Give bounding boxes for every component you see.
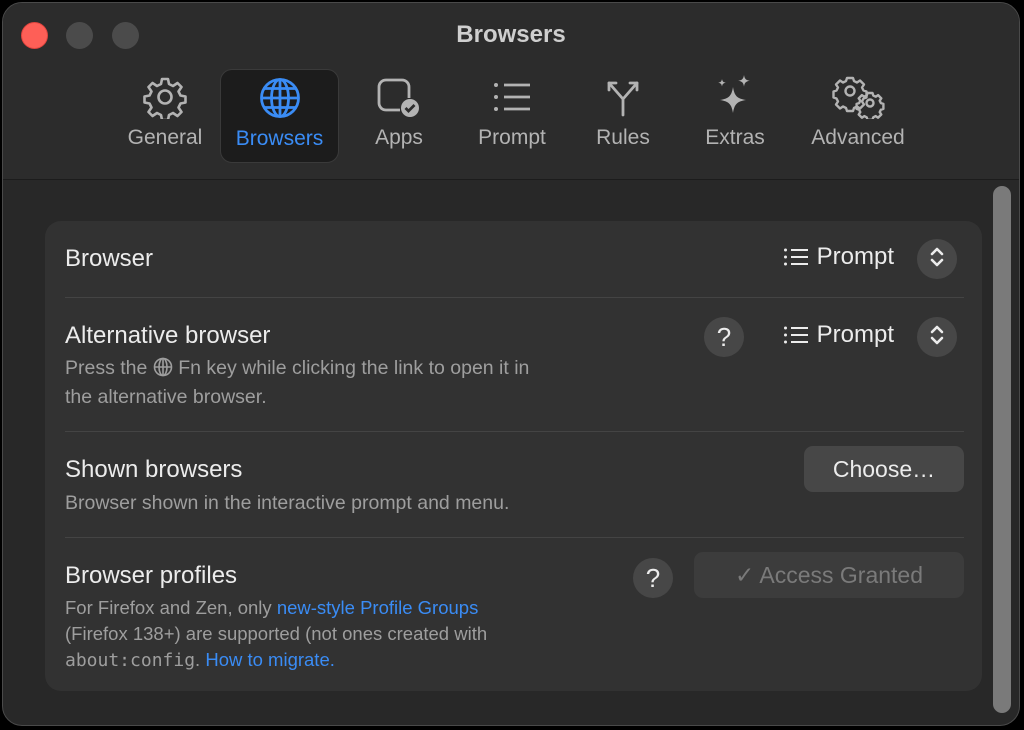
choose-browsers-button[interactable]: Choose… [804, 446, 964, 492]
alt-browser-popup-value: Prompt [816, 321, 894, 348]
scrollbar[interactable] [993, 186, 1011, 713]
alt-browser-popup-stepper[interactable] [917, 317, 957, 357]
tab-extras[interactable]: Extras [685, 69, 785, 163]
divider [65, 431, 964, 432]
alt-browser-help-button[interactable]: ? [704, 317, 744, 357]
tab-advanced[interactable]: Advanced [799, 69, 917, 163]
browser-popup[interactable]: Prompt [783, 243, 894, 271]
app-check-icon [374, 69, 424, 125]
tab-label: Prompt [478, 126, 546, 149]
chevron-up-down-icon [929, 246, 945, 273]
alt-browser-description: Press the Fn key while clicking the link… [65, 357, 530, 408]
tab-label: Advanced [811, 126, 905, 149]
browser-profiles-description: For Firefox and Zen, only new-style Prof… [65, 597, 488, 671]
how-to-migrate-link[interactable]: How to migrate. [205, 649, 335, 670]
shown-browsers-description: Browser shown in the interactive prompt … [65, 492, 510, 514]
list-icon [783, 247, 809, 267]
profile-groups-link[interactable]: new-style Profile Groups [277, 597, 479, 618]
globe-icon [153, 357, 173, 384]
preferences-window: Browsers General Browsers Apps Prompt Ru… [2, 2, 1020, 726]
gear-icon [143, 69, 187, 125]
tab-label: Rules [596, 126, 650, 149]
tab-general[interactable]: General [111, 69, 219, 163]
sparkles-icon [713, 69, 757, 125]
browser-profiles-setting-title: Browser profiles [65, 562, 238, 589]
about-config-code: about:config [65, 650, 196, 671]
tab-apps[interactable]: Apps [349, 69, 449, 163]
gears-icon [830, 69, 886, 125]
alt-browser-popup[interactable]: Prompt [783, 321, 894, 349]
access-granted-button[interactable]: ✓ Access Granted [694, 552, 964, 598]
divider [65, 297, 964, 298]
list-icon [490, 69, 534, 125]
window-title: Browsers [456, 21, 566, 48]
tab-prompt[interactable]: Prompt [461, 69, 563, 163]
browser-popup-stepper[interactable] [917, 239, 957, 279]
alt-browser-setting-title: Alternative browser [65, 322, 271, 349]
toolbar: Browsers General Browsers Apps Prompt Ru… [3, 3, 1019, 180]
settings-card: Browser Prompt Alternative browser Press… [45, 221, 982, 691]
chevron-up-down-icon [929, 324, 945, 351]
tab-label: Browsers [235, 127, 324, 150]
tab-rules[interactable]: Rules [573, 69, 673, 163]
browser-setting-title: Browser [65, 245, 154, 272]
divider [65, 537, 964, 538]
tab-label: General [127, 126, 203, 149]
browser-popup-value: Prompt [816, 243, 894, 270]
tab-label: Extras [705, 126, 765, 149]
shown-browsers-setting-title: Shown browsers [65, 456, 243, 483]
globe-icon [258, 70, 302, 126]
tab-browsers[interactable]: Browsers [220, 69, 339, 163]
tab-label: Apps [375, 126, 423, 149]
fork-icon [601, 69, 645, 125]
browser-profiles-help-button[interactable]: ? [633, 558, 673, 598]
list-icon [783, 325, 809, 345]
